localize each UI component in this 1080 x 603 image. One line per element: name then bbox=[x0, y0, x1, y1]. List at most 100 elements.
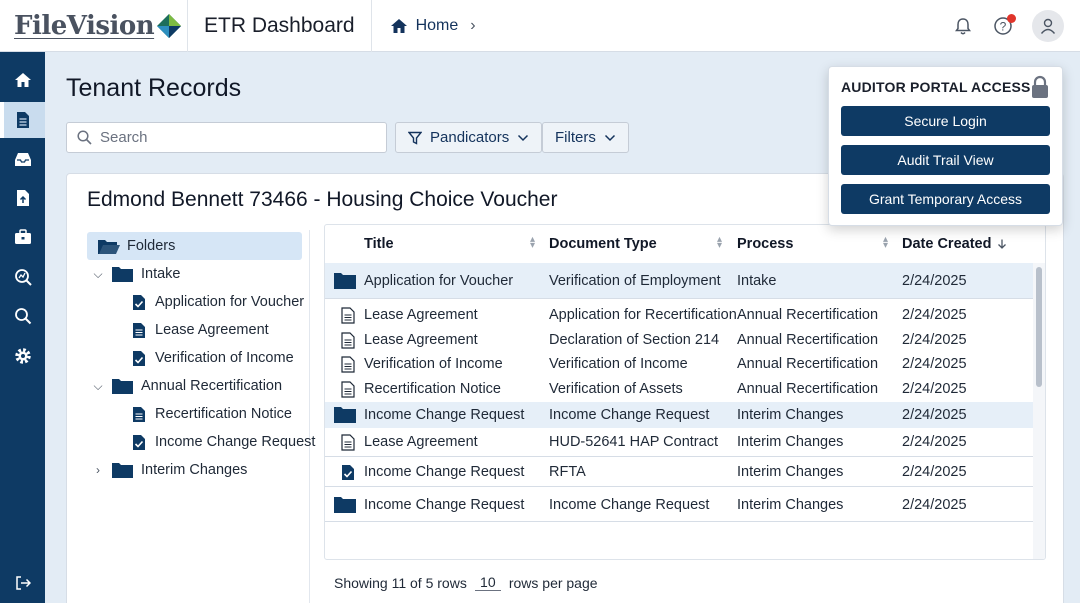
cell-title: Application for Voucher bbox=[364, 272, 514, 289]
tree-root-label: Folders bbox=[127, 238, 176, 254]
filevision-logo[interactable]: FileVision bbox=[0, 0, 188, 52]
cell-date: 2/24/2025 bbox=[902, 356, 967, 372]
folder-icon bbox=[334, 496, 356, 513]
cell-date: 2/24/2025 bbox=[902, 434, 967, 450]
tree-folder-label: Annual Recertification bbox=[141, 378, 283, 394]
notification-badge bbox=[1007, 14, 1016, 23]
pandicators-label: Pandicators bbox=[430, 129, 510, 146]
sort-icon[interactable]: ▴ ▾ bbox=[883, 235, 888, 251]
svg-text:?: ? bbox=[1000, 20, 1007, 34]
table-row[interactable]: Income Change Request Income Change Requ… bbox=[325, 402, 1033, 428]
folder-icon bbox=[112, 266, 133, 282]
folder-icon bbox=[334, 272, 356, 289]
nav-logout-icon[interactable] bbox=[0, 565, 45, 601]
cell-document-type: Declaration of Section 214 bbox=[549, 332, 720, 348]
tree-doc-lease-agreement[interactable]: Lease Agreement bbox=[132, 316, 269, 344]
grant-temporary-access-button[interactable]: Grant Temporary Access bbox=[841, 184, 1050, 214]
nav-analytics-search-icon[interactable] bbox=[0, 259, 45, 295]
cell-date: 2/24/2025 bbox=[902, 464, 967, 480]
table-scrollbar-thumb[interactable] bbox=[1036, 267, 1042, 387]
doc-check-icon bbox=[133, 350, 145, 366]
tree-doc-recertification-notice[interactable]: Recertification Notice bbox=[132, 400, 292, 428]
cell-document-type: Application for Recertification bbox=[549, 307, 737, 323]
funnel-icon bbox=[408, 131, 422, 145]
sort-icon[interactable]: ▴ ▾ bbox=[530, 235, 535, 251]
cell-process: Annual Recertification bbox=[737, 332, 879, 348]
rows-per-page-label: rows per page bbox=[508, 574, 598, 591]
search-input[interactable] bbox=[100, 129, 370, 146]
page-title: Tenant Records bbox=[66, 74, 242, 102]
table-row[interactable]: Income Change Request Income Change Requ… bbox=[325, 488, 1033, 522]
chevron-down-icon: ⌵ bbox=[93, 266, 103, 281]
table-row[interactable]: Lease Agreement Application for Recertif… bbox=[325, 303, 1033, 327]
table-row[interactable]: Lease Agreement Declaration of Section 2… bbox=[325, 328, 1033, 352]
tree-doc-application-for-voucher[interactable]: Application for Voucher bbox=[132, 288, 304, 316]
nav-documents-icon[interactable] bbox=[0, 102, 45, 138]
column-header-date-created[interactable]: Date Created bbox=[902, 225, 1012, 263]
table-row[interactable]: Application for Voucher Verification of … bbox=[325, 263, 1033, 299]
sort-icon[interactable]: ▴ ▾ bbox=[717, 235, 722, 251]
chevron-down-icon bbox=[518, 134, 529, 141]
home-icon bbox=[390, 18, 407, 33]
tree-doc-verification-of-income[interactable]: Verification of Income bbox=[132, 344, 294, 372]
tree-doc-income-change-request[interactable]: Income Change Request bbox=[132, 428, 315, 456]
filters-dropdown[interactable]: Filters bbox=[542, 122, 629, 153]
column-header-date-created-label: Date Created bbox=[902, 236, 992, 252]
doc-lines-icon bbox=[133, 322, 145, 338]
document-outline-icon bbox=[341, 331, 355, 349]
column-header-process[interactable]: Process bbox=[737, 225, 887, 263]
cell-date: 2/24/2025 bbox=[902, 307, 967, 323]
secure-login-button[interactable]: Secure Login bbox=[841, 106, 1050, 136]
nav-home-icon[interactable] bbox=[0, 62, 45, 98]
doc-check-icon bbox=[133, 294, 145, 310]
chevron-down-icon bbox=[604, 134, 615, 141]
record-title: Edmond Bennett 73466 - Housing Choice Vo… bbox=[87, 188, 558, 211]
search-icon bbox=[77, 130, 92, 145]
cell-title: Income Change Request bbox=[364, 496, 525, 513]
cell-title: Income Change Request bbox=[364, 407, 525, 423]
cell-title: Income Change Request bbox=[364, 464, 525, 480]
user-avatar[interactable] bbox=[1032, 10, 1064, 42]
tree-folder-annual-recertification[interactable]: ⌵ Annual Recertification bbox=[91, 372, 282, 400]
pandicators-dropdown[interactable]: Pandicators bbox=[395, 122, 543, 153]
column-header-title[interactable]: Title bbox=[364, 225, 544, 263]
cell-date: 2/24/2025 bbox=[902, 496, 967, 513]
table-row[interactable]: Lease Agreement HUD-52641 HAP Contract I… bbox=[325, 428, 1033, 457]
nav-briefcase-icon[interactable] bbox=[0, 219, 45, 255]
auditor-portal-title: AUDITOR PORTAL ACCESS bbox=[841, 79, 1031, 95]
record-card: Edmond Bennett 73466 - Housing Choice Vo… bbox=[66, 173, 1064, 603]
top-bar: FileVision ETR Dashboard Home › ? bbox=[0, 0, 1080, 52]
cell-document-type: Income Change Request bbox=[549, 496, 710, 513]
tree-root-folders[interactable]: Folders bbox=[87, 232, 302, 260]
tree-folder-label: Interim Changes bbox=[141, 462, 248, 478]
document-outline-icon bbox=[341, 306, 355, 324]
nav-inbox-icon[interactable] bbox=[0, 141, 45, 177]
nav-settings-gear-icon[interactable] bbox=[0, 338, 45, 374]
folder-icon bbox=[334, 407, 356, 423]
table-row[interactable]: Income Change Request RFTA Interim Chang… bbox=[325, 458, 1033, 487]
tree-doc-label: Application for Voucher bbox=[155, 294, 305, 310]
breadcrumb-home[interactable]: Home › bbox=[372, 17, 476, 35]
documents-table: Title ▴ ▾ Document Type ▴ ▾ Process ▴ ▾ Dat… bbox=[324, 224, 1046, 560]
help-icon[interactable]: ? bbox=[992, 14, 1016, 37]
table-row[interactable]: Recertification Notice Verification of A… bbox=[325, 377, 1033, 401]
folder-icon bbox=[112, 378, 133, 394]
side-navigation bbox=[0, 52, 45, 603]
cell-date: 2/24/2025 bbox=[902, 272, 967, 289]
breadcrumb-home-label: Home bbox=[415, 16, 459, 34]
table-row[interactable]: Verification of Income Verification of I… bbox=[325, 352, 1033, 376]
column-header-document-type[interactable]: Document Type bbox=[549, 225, 729, 263]
auditor-portal-popover: AUDITOR PORTAL ACCESS Secure Login Audit… bbox=[828, 66, 1063, 226]
document-outline-icon bbox=[341, 433, 355, 451]
notifications-bell-icon[interactable] bbox=[952, 15, 974, 37]
tree-folder-interim-changes[interactable]: › Interim Changes bbox=[91, 456, 247, 484]
nav-search-icon[interactable] bbox=[0, 298, 45, 334]
doc-check-icon bbox=[342, 464, 354, 480]
rows-per-page-input[interactable]: 10 bbox=[474, 574, 501, 591]
audit-trail-view-button[interactable]: Audit Trail View bbox=[841, 145, 1050, 175]
tree-folder-intake[interactable]: ⌵ Intake bbox=[91, 260, 180, 288]
cell-document-type: HUD-52641 HAP Contract bbox=[549, 434, 718, 450]
nav-file-upload-icon[interactable] bbox=[0, 180, 45, 216]
cell-document-type: RFTA bbox=[549, 464, 586, 480]
chevron-right-icon: › bbox=[470, 16, 476, 34]
